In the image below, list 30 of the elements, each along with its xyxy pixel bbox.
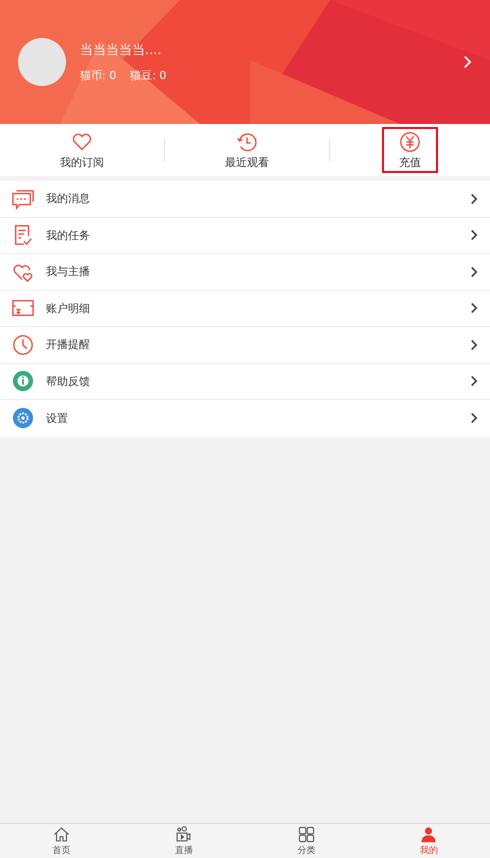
user-name: 当当当当当.... [80, 42, 163, 59]
chat-icon [12, 188, 34, 210]
quick-action[interactable]: 最近观看 [165, 124, 329, 176]
settings-icon [12, 407, 34, 430]
video-camera-icon [175, 826, 192, 842]
chevron-icon[interactable] [463, 55, 472, 69]
chevron-icon [470, 338, 478, 351]
info-icon [12, 370, 34, 392]
stat-label: 猫豆: 0 [130, 68, 166, 83]
clock-icon [12, 334, 34, 356]
chevron-icon [470, 375, 478, 388]
chevron-icon [470, 266, 478, 278]
home-icon [52, 826, 70, 842]
chevron-icon [470, 412, 478, 424]
person-icon [420, 826, 438, 842]
tab[interactable]: 我的 [368, 824, 490, 858]
history-icon [236, 130, 258, 152]
tab[interactable]: 首页 [0, 824, 122, 858]
tab[interactable]: 分类 [245, 824, 368, 858]
checklist-icon [12, 224, 34, 246]
grid-icon [298, 826, 315, 842]
heart-icon [71, 130, 93, 152]
quick-action[interactable]: 我的订阅 [0, 124, 164, 176]
chevron-icon [470, 302, 478, 314]
chevron-icon [470, 229, 478, 242]
quick-action[interactable]: 充值 [382, 127, 438, 173]
stat-label: 猫币: 0 [80, 68, 116, 83]
chevron-icon [470, 192, 478, 205]
tab[interactable]: 直播 [122, 824, 245, 858]
yen-icon [399, 130, 421, 152]
